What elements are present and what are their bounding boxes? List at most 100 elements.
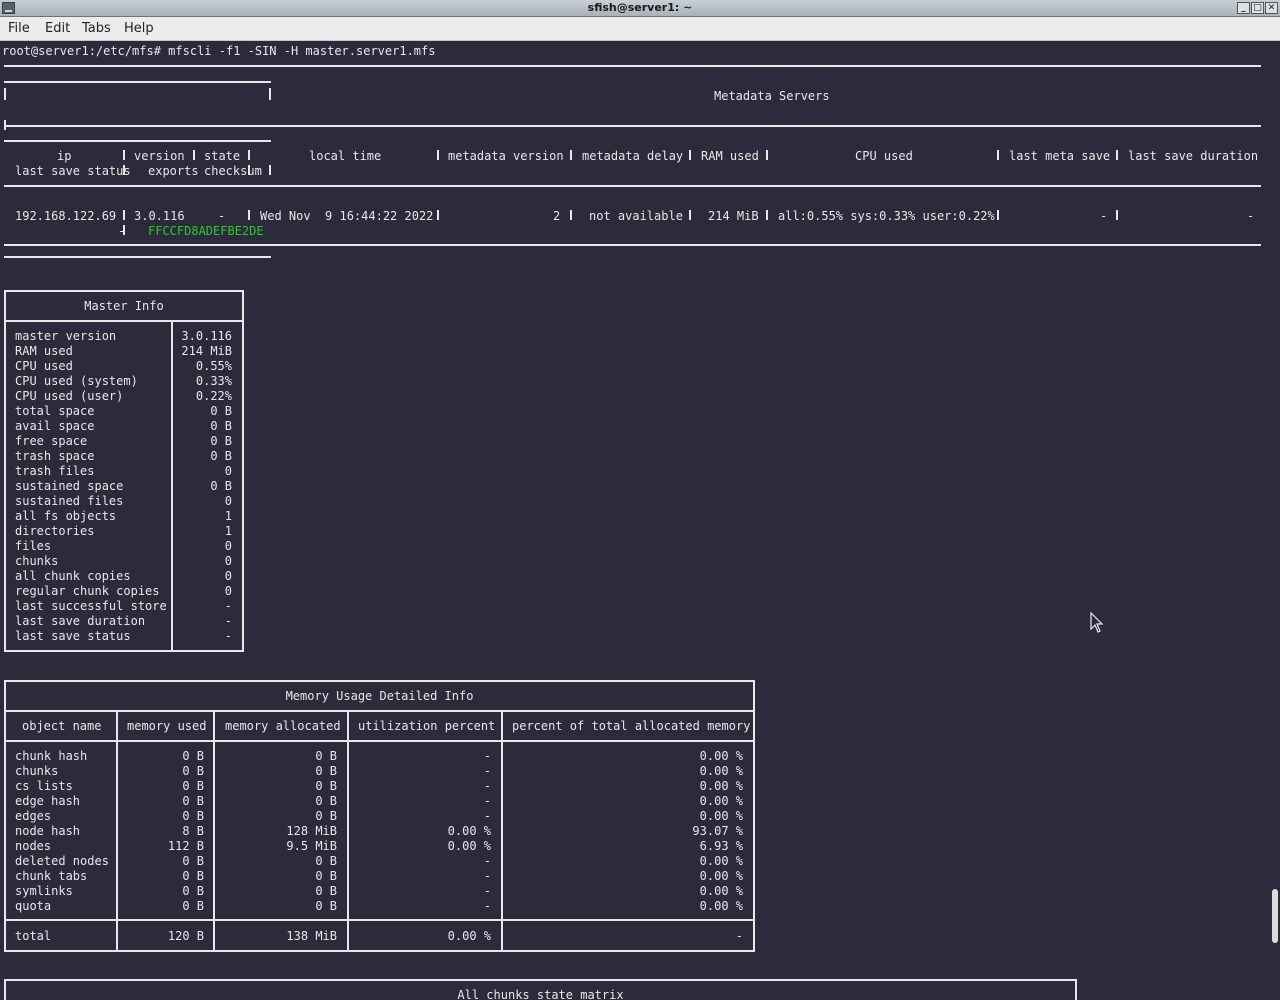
master-info-value: 0 B — [210, 419, 232, 433]
terminal-scrollbar[interactable] — [1270, 41, 1280, 1000]
memory-object-name: edge hash — [15, 794, 81, 808]
metadata-servers-title: Metadata Servers — [714, 89, 830, 103]
memory-cell: - — [483, 884, 491, 898]
row-last-save-status: - — [118, 224, 126, 238]
master-info-label: CPU used (system) — [15, 374, 138, 388]
memory-cell: 93.07 % — [692, 824, 743, 838]
col-header: exports — [148, 164, 199, 178]
memory-cell: 0.00 % — [699, 794, 743, 808]
total-cell: 138 MiB — [286, 929, 337, 943]
memory-cell: 0.00 % — [699, 854, 743, 868]
memory-cell: - — [483, 749, 491, 763]
master-info-label: files — [15, 539, 52, 553]
memory-cell: 8 B — [182, 824, 204, 838]
memory-usage-title: Memory Usage Detailed Info — [285, 689, 474, 703]
memory-cell: 0.00 % — [699, 779, 743, 793]
row-ip: 192.168.122.69 — [15, 209, 117, 223]
col-header: memory allocated — [225, 719, 341, 733]
scrollbar-thumb[interactable] — [1272, 889, 1278, 943]
close-icon[interactable]: ✕ — [1265, 2, 1278, 14]
col-header: checksum — [204, 164, 262, 178]
memory-cell: - — [483, 869, 491, 883]
master-info-value: 0 — [224, 464, 232, 478]
col-header: memory used — [127, 719, 207, 733]
memory-object-name: chunks — [15, 764, 59, 778]
master-info-title: Master Info — [84, 299, 164, 313]
memory-cell: - — [483, 764, 491, 778]
menu-tabs[interactable]: Tabs — [82, 21, 111, 36]
master-info-value: 0 — [224, 584, 232, 598]
row-cpu-used: all:0.55% sys:0.33% user:0.22% — [778, 209, 995, 223]
col-header: metadata delay — [582, 149, 684, 163]
memory-cell: - — [483, 779, 491, 793]
col-header: version — [134, 149, 185, 163]
master-info-label: total space — [15, 404, 95, 418]
master-info-value: 214 MiB — [181, 344, 232, 358]
total-cell: total — [15, 929, 52, 943]
memory-cell: 0 B — [315, 899, 337, 913]
memory-cell: - — [483, 899, 491, 913]
master-info-label: regular chunk copies — [15, 584, 160, 598]
master-info-label: CPU used — [15, 359, 73, 373]
master-info-value: 0 — [224, 539, 232, 553]
master-info-label: sustained space — [15, 479, 124, 493]
master-info-label: avail space — [15, 419, 95, 433]
master-info-value: 0 — [224, 569, 232, 583]
memory-cell: 0 B — [315, 854, 337, 868]
total-cell: - — [735, 929, 743, 943]
memory-cell: 0 B — [315, 749, 337, 763]
master-info-value: 1 — [224, 524, 232, 538]
master-info-label: master version — [15, 329, 117, 343]
master-info-value: 0 B — [210, 404, 232, 418]
row-local-time: Wed Nov 9 16:44:22 2022 — [260, 209, 434, 223]
memory-cell: 0 B — [315, 764, 337, 778]
menubar: File Edit Tabs Help — [0, 17, 1280, 41]
memory-cell: 0 B — [182, 794, 204, 808]
master-info-value: - — [224, 614, 232, 628]
master-info-value: - — [224, 599, 232, 613]
menu-edit[interactable]: Edit — [45, 21, 70, 36]
row-checksum: FFCCFD8ADEFBE2DE — [148, 224, 264, 238]
master-info-label: all chunk copies — [15, 569, 131, 583]
master-info-value: 0.22% — [195, 389, 232, 403]
memory-cell: 0 B — [182, 869, 204, 883]
memory-cell: 128 MiB — [286, 824, 337, 838]
master-info-label: CPU used (user) — [15, 389, 124, 403]
col-header: utilization percent — [358, 719, 496, 733]
terminal-output[interactable]: root@server1:/etc/mfs# mfscli -f1 -SIN -… — [0, 41, 1270, 1000]
memory-cell: 0 B — [182, 884, 204, 898]
total-cell: 120 B — [167, 929, 204, 943]
memory-object-name: symlinks — [15, 884, 73, 898]
col-header: object name — [22, 719, 102, 733]
col-header: last meta save — [1009, 149, 1111, 163]
memory-object-name: chunk hash — [15, 749, 88, 763]
memory-cell: 0 B — [315, 809, 337, 823]
master-info-label: last save duration — [15, 614, 146, 628]
master-info-label: directories — [15, 524, 95, 538]
memory-object-name: nodes — [15, 839, 52, 853]
memory-cell: - — [483, 809, 491, 823]
master-info-value: 0 B — [210, 434, 232, 448]
memory-object-name: quota — [15, 899, 52, 913]
window-title: sfish@server1: ~ — [587, 1, 693, 14]
total-cell: 0.00 % — [447, 929, 491, 943]
col-header: last save duration — [1128, 149, 1259, 163]
row-metadata-version: 2 — [553, 209, 561, 223]
menu-help[interactable]: Help — [124, 21, 154, 36]
memory-cell: 0 B — [315, 869, 337, 883]
memory-cell: 0 B — [182, 749, 204, 763]
memory-cell: - — [483, 854, 491, 868]
memory-cell: 0.00 % — [699, 884, 743, 898]
window-titlebar[interactable]: sfish@server1: ~ _ □ ✕ — [0, 0, 1280, 17]
menu-file[interactable]: File — [8, 21, 30, 36]
mouse-cursor-icon — [1090, 612, 1104, 633]
row-version: 3.0.116 — [134, 209, 185, 223]
row-last-save-duration: - — [1247, 209, 1255, 223]
memory-cell: 0.00 % — [699, 899, 743, 913]
memory-cell: 0 B — [182, 779, 204, 793]
maximize-icon[interactable]: □ — [1251, 2, 1264, 14]
master-info-value: 3.0.116 — [181, 329, 232, 343]
row-last-meta-save: - — [1100, 209, 1108, 223]
memory-cell: 9.5 MiB — [286, 839, 337, 853]
minimize-icon[interactable]: _ — [1237, 2, 1250, 14]
